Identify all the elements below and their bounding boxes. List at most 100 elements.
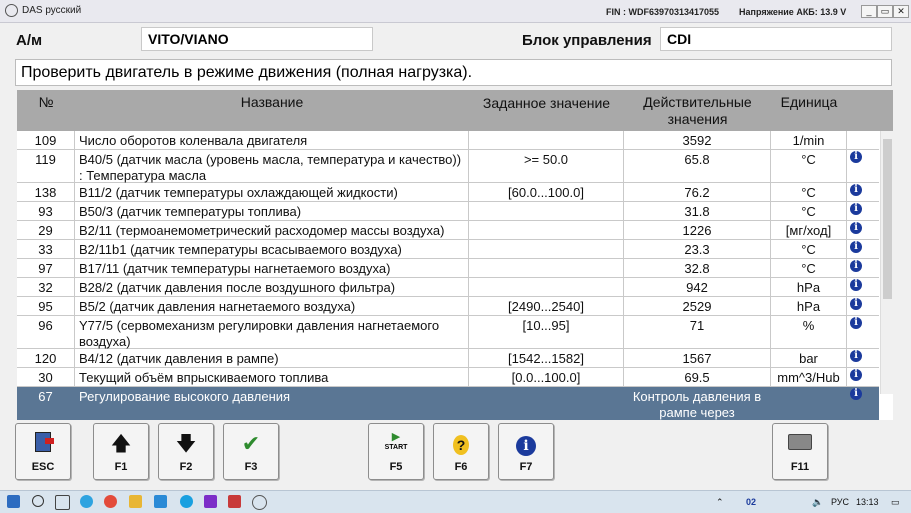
table-row[interactable]: 67 Регулирование высокого давления Контрол… [17,387,879,420]
f2-button[interactable]: 🡇 F2 [158,423,214,480]
table-row[interactable]: 29 B2/11 (термоанемометрический расходоме… [17,221,879,240]
clock[interactable]: 13:13 [856,497,879,507]
row-name: B4/12 (датчик давления в рампе) [75,349,469,368]
row-num: 97 [17,259,75,278]
restore-button[interactable]: ▭ [877,5,893,18]
f5-button[interactable]: ▶ START F5 [368,423,424,480]
row-info-cell: i [847,150,879,183]
f3-button-label: F3 [244,461,258,473]
f5-button-label: F5 [389,461,403,473]
row-name: B28/2 (датчик давления после воздушного … [75,278,469,297]
store-icon[interactable] [154,495,167,508]
vehicle-field: VITO/VIANO [141,27,373,51]
row-unit: °C [771,150,847,183]
mercedes-star-icon [5,4,18,17]
mercedes-taskbar-icon[interactable] [252,495,267,510]
info-icon[interactable]: i [850,222,862,234]
volume-icon[interactable]: 🔈 [812,497,823,508]
table-row[interactable]: 96 Y77/5 (сервомеханизм регулировки давле… [17,316,879,349]
das-app-icon[interactable] [228,495,241,508]
row-set-value [469,131,624,150]
f1-button[interactable]: 🡅 F1 [93,423,149,480]
row-num: 93 [17,202,75,221]
col-set-header: Заданное значение [482,95,611,111]
info-icon[interactable]: i [850,388,862,400]
info-icon[interactable]: i [850,203,862,215]
row-info-cell: i [847,240,879,259]
values-table: № Название Заданное значение Действитель… [17,90,893,420]
row-unit: bar [771,349,847,368]
f6-button[interactable]: ? F6 [433,423,489,480]
language-indicator[interactable]: РУС [831,497,849,507]
close-button[interactable]: ✕ [893,5,909,18]
start-icon: ▶ START [369,432,423,456]
esc-button[interactable]: ESC [15,423,71,480]
file-explorer-icon[interactable] [129,495,142,508]
table-row[interactable]: 95 B5/2 (датчик давления нагнетаемого воз… [17,297,879,316]
table-row[interactable]: 93 B50/3 (датчик температуры топлива) 31.8… [17,202,879,221]
row-actual-value: 1567 [624,349,771,368]
info-icon[interactable]: i [850,184,862,196]
row-info-cell: i [847,297,879,316]
table-row[interactable]: 119 B40/5 (датчик масла (уровень масла, т… [17,150,879,183]
info-icon[interactable]: i [850,350,862,362]
row-set-value: [2490...2540] [469,297,624,316]
row-info-cell: i [847,368,879,387]
info-icon[interactable]: i [850,279,862,291]
telegram-icon[interactable] [80,495,93,508]
minimize-button[interactable]: _ [861,5,877,18]
tray-chevron-icon[interactable]: ⌃ [716,497,724,508]
row-unit: [мг/ход] [771,221,847,240]
scrollbar-thumb[interactable] [883,139,892,299]
info-icon[interactable]: i [850,369,862,381]
row-num: 33 [17,240,75,259]
row-unit: 1/min [771,131,847,150]
door-exit-icon [16,432,70,456]
vin-display: FIN : WDF63970313417055 [606,7,720,17]
table-row[interactable]: 97 B17/11 (датчик температуры нагнетаемог… [17,259,879,278]
f3-button[interactable]: ✔ F3 [223,423,279,480]
row-name: B5/2 (датчик давления нагнетаемого возду… [75,297,469,316]
row-unit: °C [771,183,847,202]
info-icon[interactable]: i [850,260,862,272]
arrow-down-icon: 🡇 [175,433,197,455]
row-set-value [469,240,624,259]
row-set-value: >= 50.0 [469,150,624,183]
info-icon[interactable]: i [850,298,862,310]
table-row[interactable]: 120 B4/12 (датчик давления в рампе) [1542.… [17,349,879,368]
row-actual-value: 69.5 [624,368,771,387]
row-set-value [469,278,624,297]
table-row[interactable]: 109 Число оборотов коленвала двигателя 359… [17,131,879,150]
info-icon[interactable]: i [850,151,862,163]
col-act-header: Действительные значения [643,94,752,127]
skype-icon[interactable] [180,495,193,508]
table-row[interactable]: 138 B11/2 (датчик температуры охлаждающей… [17,183,879,202]
info-icon[interactable]: i [850,241,862,253]
f7-button-label: F7 [519,461,533,473]
task-view-icon[interactable] [55,495,70,510]
tray-badge[interactable]: 02 [746,497,756,507]
row-set-value: [1542...1582] [469,349,624,368]
row-unit: % [771,316,847,349]
search-icon[interactable] [32,495,44,507]
f6-button-label: F6 [454,461,468,473]
row-unit: hPa [771,297,847,316]
row-num: 67 [17,387,75,420]
table-row[interactable]: 32 B28/2 (датчик давления после воздушног… [17,278,879,297]
row-actual-value: 32.8 [624,259,771,278]
row-name: B17/11 (датчик температуры нагнетаемого … [75,259,469,278]
table-scrollbar[interactable] [880,131,894,394]
table-row[interactable]: 30 Текущий объём впрыскиваемого топлива [0… [17,368,879,387]
f7-button[interactable]: i F7 [498,423,554,480]
row-actual-value: 31.8 [624,202,771,221]
row-unit: hPa [771,278,847,297]
info-icon[interactable]: i [850,317,862,329]
table-row[interactable]: 33 B2/11b1 (датчик температуры всасываемо… [17,240,879,259]
row-name: Регулирование высокого давления [75,387,469,420]
f11-button[interactable]: F11 [772,423,828,480]
app-icon[interactable] [204,495,217,508]
windows-start-icon[interactable] [7,495,20,508]
row-unit: °C [771,240,847,259]
notifications-icon[interactable]: ▭ [891,497,900,508]
chrome-icon[interactable] [104,495,117,508]
